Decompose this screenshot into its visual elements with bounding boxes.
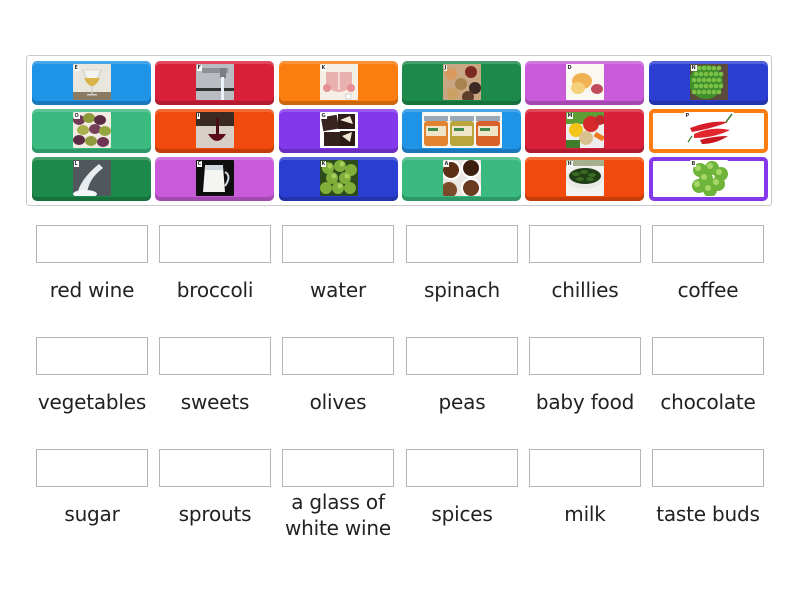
draggable-tile-water[interactable]: F <box>155 61 274 105</box>
tile-letter: F <box>196 65 202 71</box>
draggable-tile-white-wine[interactable]: E <box>32 61 151 105</box>
tile-letter: M <box>566 113 574 119</box>
draggable-tile-babyfood[interactable] <box>402 109 521 153</box>
red-wine-image: I <box>195 112 234 148</box>
draggable-tile-coffee[interactable]: A <box>402 157 521 201</box>
sugar-image: L <box>72 160 111 196</box>
target-label: sugar <box>64 502 120 526</box>
target-label: a glass of white wine <box>285 490 391 540</box>
tile-letter: A <box>443 161 450 167</box>
draggable-tile-olives[interactable]: O <box>32 109 151 153</box>
tile-letter: J <box>443 65 448 71</box>
drop-slot[interactable] <box>529 225 641 263</box>
target-label: coffee <box>677 278 739 302</box>
drop-slot[interactable] <box>652 225 764 263</box>
target-label: chocolate <box>660 390 756 414</box>
drop-slot[interactable] <box>529 449 641 487</box>
drop-slot[interactable] <box>159 337 271 375</box>
drop-slot[interactable] <box>159 449 271 487</box>
sweets-image: D <box>565 64 604 100</box>
target-label: sprouts <box>178 502 252 526</box>
target-label: milk <box>564 502 606 526</box>
draggable-tile-tongue[interactable]: K <box>279 61 398 105</box>
draggable-tile-milk[interactable]: C <box>155 157 274 201</box>
draggable-tile-chillies[interactable]: P <box>649 109 768 153</box>
tile-letter: K <box>320 161 327 167</box>
drop-slot[interactable] <box>282 225 394 263</box>
drop-slot[interactable] <box>652 337 764 375</box>
target-label: olives <box>309 390 367 414</box>
drop-slot[interactable] <box>36 449 148 487</box>
target-label: broccoli <box>176 278 254 302</box>
drop-slot[interactable] <box>36 225 148 263</box>
tile-letter: D <box>566 65 573 71</box>
drop-slot[interactable] <box>406 449 518 487</box>
tile-letter: N <box>690 65 697 71</box>
draggable-tile-chocolate[interactable]: G <box>279 109 398 153</box>
target-label: vegetables <box>37 390 147 414</box>
tile-letter: C <box>196 161 203 167</box>
tile-letter: G <box>320 113 327 119</box>
chillies-image: P <box>683 112 734 148</box>
target-label: peas <box>438 390 486 414</box>
target-label: chillies <box>551 278 619 302</box>
drop-slot[interactable] <box>529 337 641 375</box>
white-wine-image: E <box>72 64 111 100</box>
target-label: red wine <box>49 278 135 302</box>
broccoli-image: K <box>319 160 358 196</box>
target-label: baby food <box>535 390 635 414</box>
olives-image: O <box>72 112 111 148</box>
drop-slot[interactable] <box>652 449 764 487</box>
target-label: taste buds <box>656 502 760 526</box>
draggable-tile-red-wine[interactable]: I <box>155 109 274 153</box>
tile-letter: O <box>73 113 80 119</box>
draggable-tile-broccoli[interactable]: K <box>279 157 398 201</box>
tile-letter: H <box>566 161 573 167</box>
tile-letter: P <box>684 113 691 119</box>
peas-image: N <box>689 64 728 100</box>
target-label: spinach <box>424 278 500 302</box>
tile-letter: E <box>73 65 79 71</box>
milk-image: C <box>195 160 234 196</box>
drop-slot[interactable] <box>282 337 394 375</box>
tile-letter: I <box>196 113 201 119</box>
tile-letter: B <box>690 161 697 167</box>
drop-slot[interactable] <box>36 337 148 375</box>
drop-slot[interactable] <box>282 449 394 487</box>
drop-slot[interactable] <box>406 225 518 263</box>
drop-slot[interactable] <box>159 225 271 263</box>
draggable-tile-sugar[interactable]: L <box>32 157 151 201</box>
target-label: water <box>310 278 366 302</box>
tile-letter: L <box>73 161 79 167</box>
drop-slot[interactable] <box>406 337 518 375</box>
draggable-tile-peas[interactable]: N <box>649 61 768 105</box>
tile-panel: E F K J D N O I G M P L C K A H B <box>26 55 772 206</box>
chocolate-image: G <box>319 112 358 148</box>
water-image: F <box>195 64 234 100</box>
draggable-tile-vegetables[interactable]: M <box>525 109 644 153</box>
draggable-tile-spinach[interactable]: H <box>525 157 644 201</box>
spinach-image: H <box>565 160 604 196</box>
draggable-tile-spices[interactable]: J <box>402 61 521 105</box>
babyfood-image <box>421 112 502 148</box>
vegetables-image: M <box>565 112 604 148</box>
target-label: spices <box>431 502 493 526</box>
tongue-image: K <box>319 64 358 100</box>
coffee-image: A <box>442 160 481 196</box>
draggable-tile-sprouts[interactable]: B <box>649 157 768 201</box>
spices-image: J <box>442 64 481 100</box>
tile-letter: K <box>320 65 327 71</box>
draggable-tile-sweets[interactable]: D <box>525 61 644 105</box>
target-label: sweets <box>180 390 250 414</box>
sprouts-image: B <box>689 160 728 196</box>
